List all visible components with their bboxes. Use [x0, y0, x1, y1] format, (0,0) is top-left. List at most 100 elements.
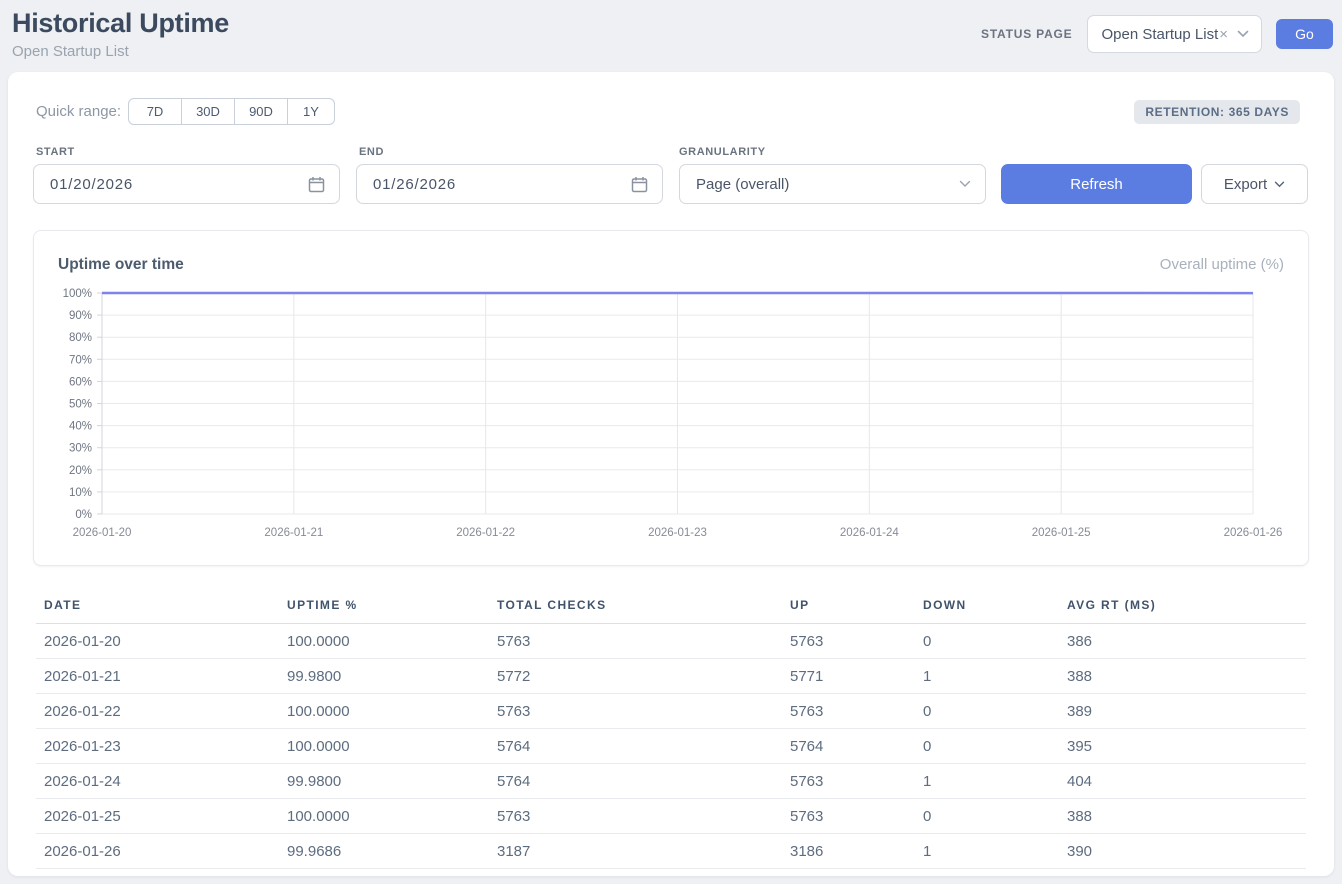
- quick-range-button-30d[interactable]: 30D: [181, 98, 235, 125]
- svg-text:60%: 60%: [69, 376, 92, 388]
- svg-text:100%: 100%: [63, 288, 92, 300]
- table-cell: 5764: [489, 764, 782, 799]
- export-button[interactable]: Export: [1201, 164, 1308, 204]
- table-cell: 404: [1059, 764, 1306, 799]
- page-title: Historical Uptime: [12, 8, 229, 39]
- start-date-label: START: [36, 146, 75, 158]
- end-date-input[interactable]: 01/26/2026: [356, 164, 663, 204]
- table-row: 2026-01-23100.0000576457640395: [36, 729, 1306, 764]
- chevron-down-icon: [959, 180, 971, 188]
- table-cell: 100.0000: [279, 799, 489, 834]
- table-cell: 2026-01-23: [36, 729, 279, 764]
- table-cell: 1: [915, 659, 1059, 694]
- chevron-down-icon: [1274, 181, 1285, 188]
- end-date-label: END: [359, 146, 384, 158]
- table-cell: 0: [915, 729, 1059, 764]
- uptime-chart-card: Uptime over time Overall uptime (%) 0% 10…: [33, 230, 1309, 566]
- go-button[interactable]: Go: [1276, 19, 1333, 49]
- status-page-select[interactable]: Open Startup List ×: [1087, 15, 1263, 53]
- header-right: STATUS PAGE Open Startup List × Go: [981, 15, 1333, 53]
- svg-text:50%: 50%: [69, 399, 92, 411]
- table-row: 2026-01-20100.0000576357630386: [36, 624, 1306, 659]
- granularity-selected-value: Page (overall): [696, 176, 789, 193]
- table-cell: 5764: [782, 729, 915, 764]
- svg-text:2026-01-25: 2026-01-25: [1032, 527, 1091, 539]
- table-cell: 99.9800: [279, 764, 489, 799]
- export-button-label: Export: [1224, 176, 1267, 193]
- svg-text:90%: 90%: [69, 310, 92, 322]
- start-date-value: 01/20/2026: [50, 176, 133, 193]
- table-row: 2026-01-25100.0000576357630388: [36, 799, 1306, 834]
- chart-legend: Overall uptime (%): [1160, 256, 1284, 273]
- table-cell: 390: [1059, 834, 1306, 869]
- quick-range-button-7d[interactable]: 7D: [128, 98, 182, 125]
- table-cell: 388: [1059, 659, 1306, 694]
- table-cell: 5772: [489, 659, 782, 694]
- quick-range-button-1y[interactable]: 1Y: [287, 98, 335, 125]
- table-cell: 99.9800: [279, 659, 489, 694]
- table-cell: 100.0000: [279, 624, 489, 659]
- table-cell: 389: [1059, 694, 1306, 729]
- table-cell: 100.0000: [279, 694, 489, 729]
- svg-text:0%: 0%: [75, 509, 92, 521]
- svg-text:30%: 30%: [69, 443, 92, 455]
- table-cell: 2026-01-25: [36, 799, 279, 834]
- granularity-label: GRANULARITY: [679, 146, 766, 158]
- table-cell: 3186: [782, 834, 915, 869]
- page-subtitle: Open Startup List: [12, 43, 229, 60]
- start-date-input[interactable]: 01/20/2026: [33, 164, 340, 204]
- table-header-row: DATEUPTIME %TOTAL CHECKSUPDOWNAVG RT (MS…: [36, 590, 1306, 624]
- main-panel: Quick range: 7D30D90D1Y RETENTION: 365 D…: [8, 72, 1334, 876]
- table-cell: 100.0000: [279, 729, 489, 764]
- table-cell: 5763: [782, 764, 915, 799]
- svg-text:10%: 10%: [69, 487, 92, 499]
- table-row: 2026-01-22100.0000576357630389: [36, 694, 1306, 729]
- table-row: 2026-01-2199.9800577257711388: [36, 659, 1306, 694]
- granularity-select[interactable]: Page (overall): [679, 164, 986, 204]
- chart-title: Uptime over time: [58, 256, 184, 274]
- calendar-icon[interactable]: [308, 176, 325, 193]
- column-header: UPTIME %: [279, 590, 489, 624]
- svg-text:2026-01-24: 2026-01-24: [840, 527, 899, 539]
- status-page-selected-value: Open Startup List: [1102, 26, 1219, 43]
- chevron-down-icon: [1237, 30, 1249, 38]
- table-cell: 2026-01-22: [36, 694, 279, 729]
- table-cell: 2026-01-24: [36, 764, 279, 799]
- table-row: 2026-01-2699.9686318731861390: [36, 834, 1306, 869]
- table-cell: 5763: [782, 624, 915, 659]
- table-cell: 3187: [489, 834, 782, 869]
- table-cell: 0: [915, 624, 1059, 659]
- svg-text:2026-01-22: 2026-01-22: [456, 527, 515, 539]
- svg-text:80%: 80%: [69, 332, 92, 344]
- table-cell: 1: [915, 764, 1059, 799]
- calendar-icon[interactable]: [631, 176, 648, 193]
- clear-icon[interactable]: ×: [1219, 26, 1228, 43]
- svg-text:2026-01-21: 2026-01-21: [264, 527, 323, 539]
- table-cell: 5763: [489, 799, 782, 834]
- table-cell: 386: [1059, 624, 1306, 659]
- uptime-line-chart: 0%10%20%30%40%50%60%70%80%90%100%2026-01…: [58, 283, 1286, 545]
- table-cell: 2026-01-26: [36, 834, 279, 869]
- table-cell: 395: [1059, 729, 1306, 764]
- column-header: TOTAL CHECKS: [489, 590, 782, 624]
- table-cell: 5763: [489, 624, 782, 659]
- svg-text:70%: 70%: [69, 354, 92, 366]
- table-cell: 0: [915, 694, 1059, 729]
- status-page-label: STATUS PAGE: [981, 27, 1072, 41]
- table-cell: 5764: [489, 729, 782, 764]
- column-header: DOWN: [915, 590, 1059, 624]
- table-row: 2026-01-2499.9800576457631404: [36, 764, 1306, 799]
- svg-text:20%: 20%: [69, 465, 92, 477]
- column-header: AVG RT (MS): [1059, 590, 1306, 624]
- retention-badge: RETENTION: 365 DAYS: [1134, 100, 1300, 124]
- table-cell: 1: [915, 834, 1059, 869]
- quick-range-group: 7D30D90D1Y: [128, 98, 335, 125]
- uptime-table: DATEUPTIME %TOTAL CHECKSUPDOWNAVG RT (MS…: [36, 590, 1306, 869]
- table-cell: 0: [915, 799, 1059, 834]
- table-cell: 5763: [782, 799, 915, 834]
- column-header: DATE: [36, 590, 279, 624]
- refresh-button[interactable]: Refresh: [1001, 164, 1192, 204]
- quick-range-button-90d[interactable]: 90D: [234, 98, 288, 125]
- quick-range-label: Quick range:: [36, 103, 121, 120]
- table-cell: 388: [1059, 799, 1306, 834]
